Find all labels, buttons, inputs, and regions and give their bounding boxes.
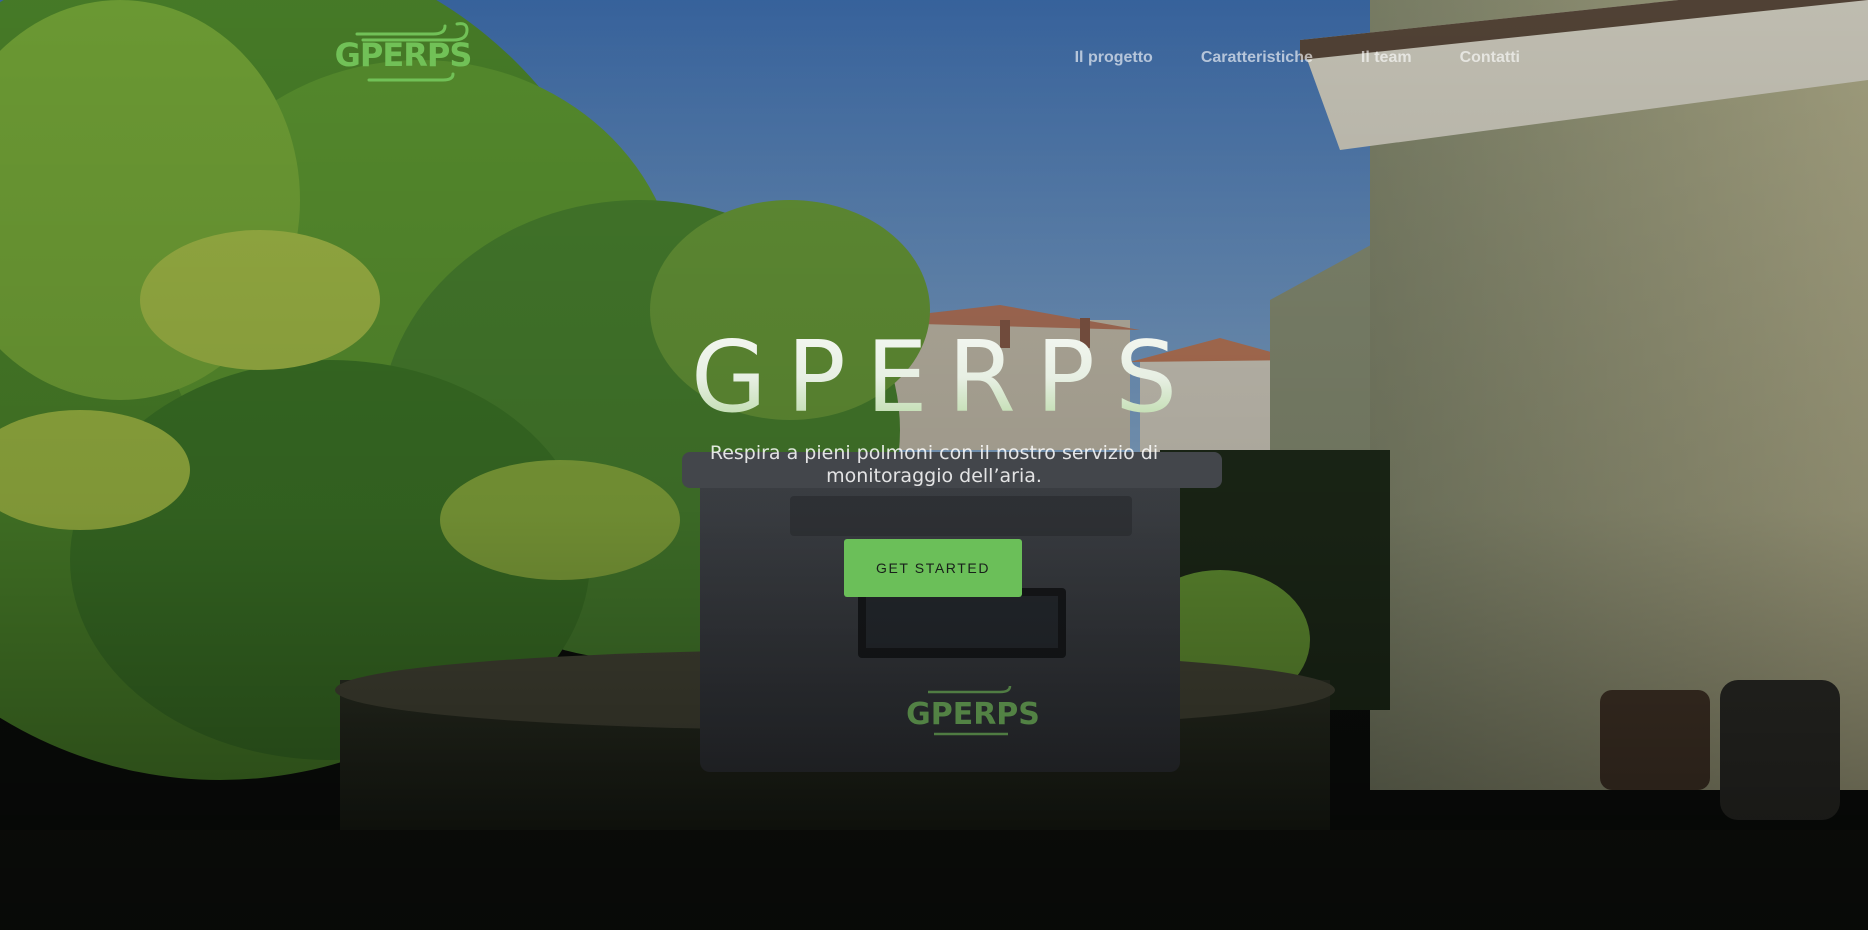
main-nav: Il progetto Caratteristiche Il team Cont… xyxy=(1075,46,1520,70)
site-header: GPERPS Il progetto Caratteristiche Il te… xyxy=(0,0,1868,110)
nav-item-il-progetto[interactable]: Il progetto xyxy=(1075,49,1153,67)
nav-item-caratteristiche[interactable]: Caratteristiche xyxy=(1201,49,1313,67)
logo[interactable]: GPERPS xyxy=(333,22,473,84)
hero-subtitle: Respira a pieni polmoni con il nostro se… xyxy=(709,442,1159,487)
device-logo: GPERPS xyxy=(906,685,1040,736)
hero-title: GPERPS xyxy=(0,328,1868,428)
get-started-button[interactable]: GET STARTED xyxy=(844,539,1022,597)
nav-item-contatti[interactable]: Contatti xyxy=(1460,49,1520,67)
device-logo-text: GPERPS xyxy=(906,697,1040,732)
nav-item-il-team[interactable]: Il team xyxy=(1361,49,1412,67)
hero-section: GPERPS Il progetto Caratteristiche Il te… xyxy=(0,0,1868,930)
logo-text: GPERPS xyxy=(334,36,473,74)
